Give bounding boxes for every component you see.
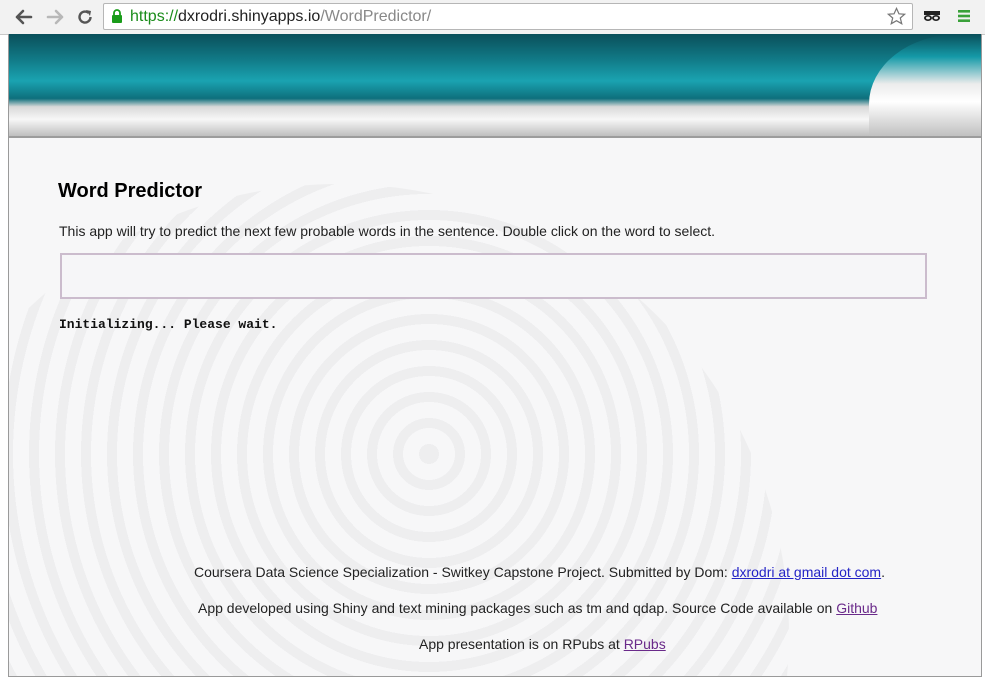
reload-button[interactable]: [74, 6, 96, 28]
back-arrow-icon: [15, 9, 33, 25]
forward-arrow-icon: [46, 9, 64, 25]
header-banner: [9, 34, 981, 138]
url-scheme: https://: [130, 8, 179, 25]
footer-credits-text: Coursera Data Science Specialization - S…: [194, 564, 732, 580]
url-text: https://dxrodri.shinyapps.io/WordPredict…: [130, 8, 431, 26]
star-icon[interactable]: [887, 7, 906, 26]
email-link[interactable]: dxrodri at gmail dot com: [732, 564, 881, 580]
footer-credits-suffix: .: [881, 564, 885, 580]
lock-icon: [112, 9, 122, 23]
extension-mask-icon[interactable]: [921, 7, 943, 25]
footer-line-source: App developed using Shiny and text minin…: [198, 600, 877, 616]
footer-line-presentation: App presentation is on RPubs at RPubs: [419, 636, 666, 652]
app-description: This app will try to predict the next fe…: [59, 223, 716, 239]
footer-source-text: App developed using Shiny and text minin…: [198, 600, 837, 616]
banner-edge: [9, 136, 981, 138]
github-link[interactable]: Github: [836, 600, 877, 616]
forward-button[interactable]: [44, 6, 66, 28]
app-content: Word Predictor This app will try to pred…: [58, 180, 938, 332]
back-button[interactable]: [13, 6, 35, 28]
banner-swoosh: [869, 34, 981, 138]
footer-line-credits: Coursera Data Science Specialization - S…: [194, 564, 885, 580]
rpubs-link[interactable]: RPubs: [624, 636, 666, 652]
reload-icon: [78, 10, 92, 24]
url-host: dxrodri.shinyapps.io: [178, 8, 321, 25]
footer-presentation-text: App presentation is on RPubs at: [419, 636, 624, 652]
menu-icon[interactable]: [956, 8, 972, 24]
web-page: Word Predictor This app will try to pred…: [8, 34, 982, 677]
sentence-input[interactable]: [60, 253, 927, 299]
page-title: Word Predictor: [58, 180, 203, 202]
url-path: /WordPredictor/: [320, 8, 432, 25]
status-text: Initializing... Please wait.: [59, 317, 278, 332]
address-bar[interactable]: https://dxrodri.shinyapps.io/WordPredict…: [103, 3, 913, 30]
browser-toolbar: https://dxrodri.shinyapps.io/WordPredict…: [0, 0, 985, 35]
